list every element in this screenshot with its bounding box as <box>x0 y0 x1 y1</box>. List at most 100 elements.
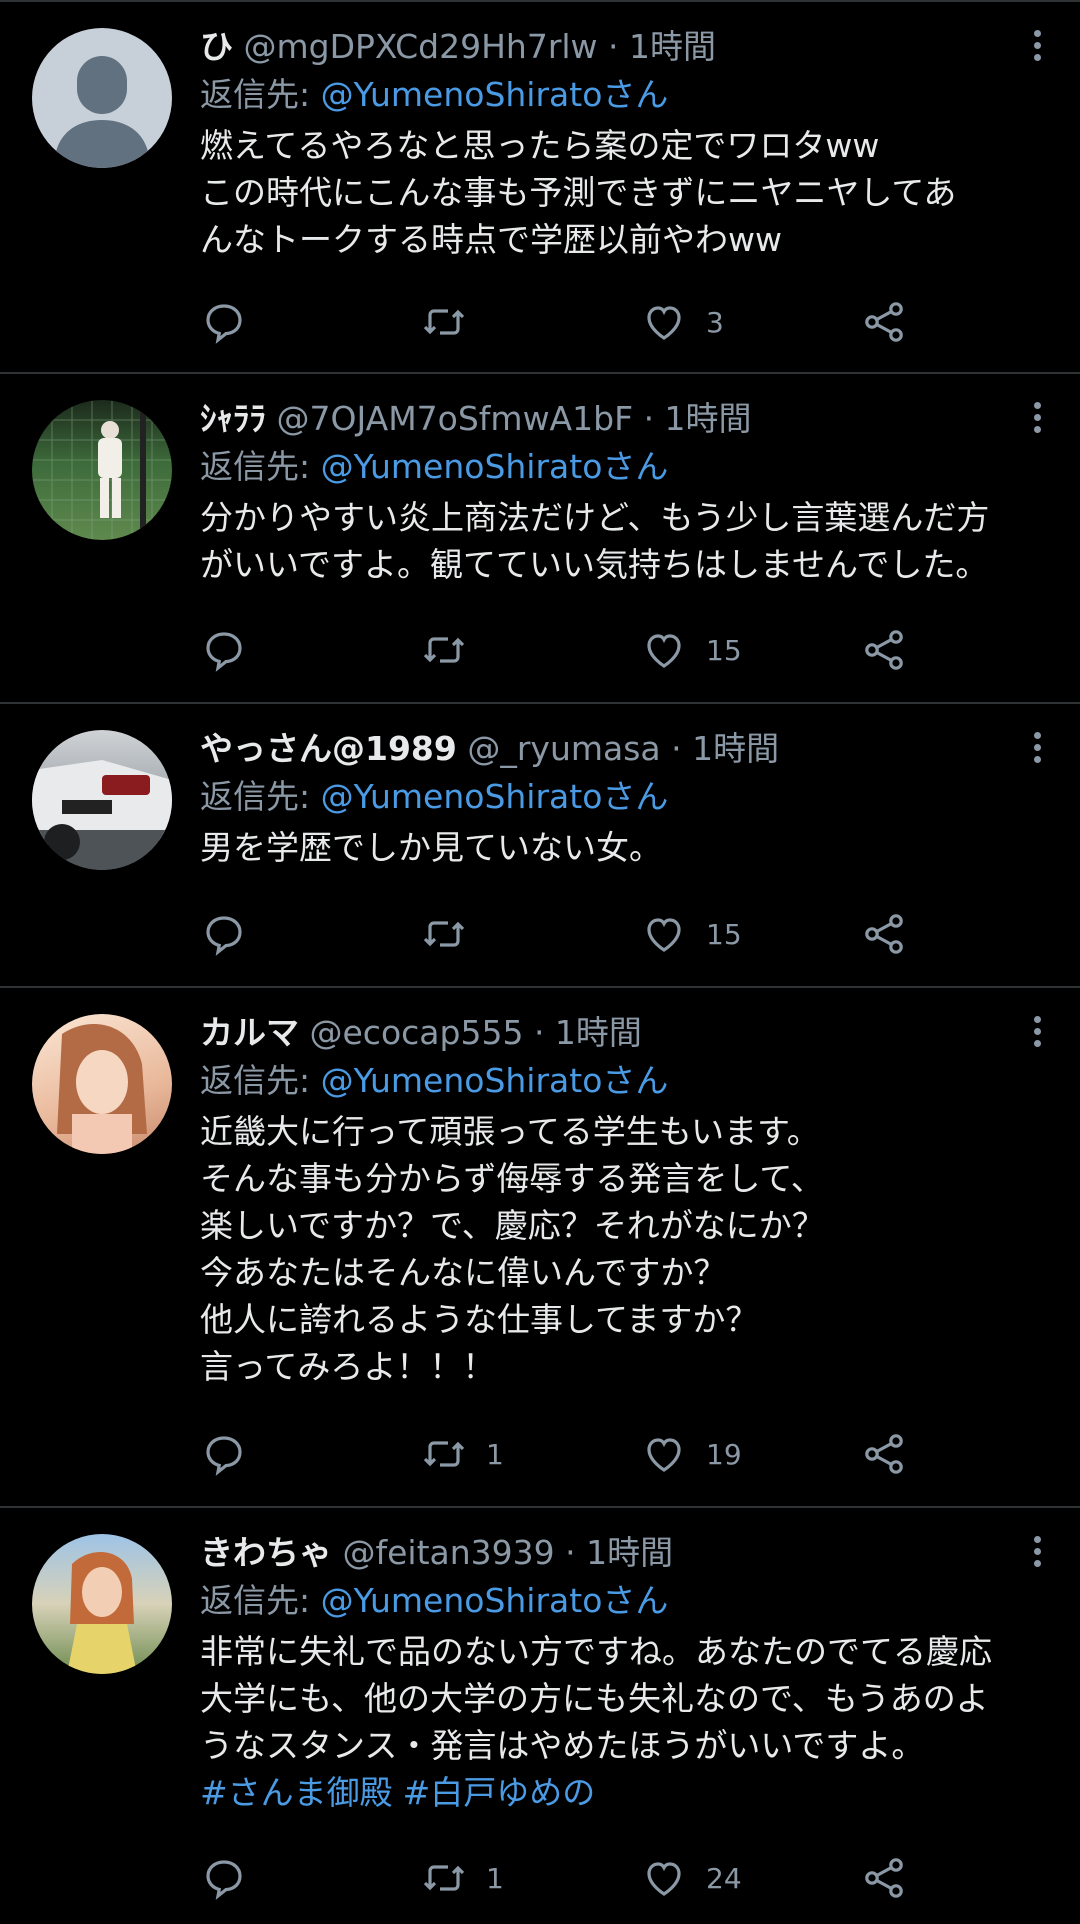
woman-portrait-avatar[interactable] <box>32 1014 172 1154</box>
retweet-icon <box>423 1441 465 1467</box>
default-avatar[interactable] <box>32 28 172 168</box>
more-options-icon[interactable] <box>1030 1016 1044 1052</box>
timestamp[interactable]: · 1時間 <box>644 399 752 438</box>
user-handle[interactable]: @7OJAM7oSfmwA1bF <box>277 399 634 438</box>
heart-icon <box>647 1862 681 1896</box>
timestamp[interactable]: · 1時間 <box>671 729 779 768</box>
like-button[interactable]: 19 <box>640 1424 742 1484</box>
display-name[interactable]: きわちゃ <box>200 1533 332 1572</box>
reply-to-link[interactable]: @YumenoShiratoさん <box>321 75 669 114</box>
retweet-icon <box>423 1865 465 1891</box>
reply-button[interactable] <box>200 904 248 964</box>
display-name[interactable]: ｼｬﾗﾗ <box>200 399 266 438</box>
reply-context: 返信先: @YumenoShiratoさん <box>200 777 669 816</box>
reply-context: 返信先: @YumenoShiratoさん <box>200 1061 669 1100</box>
user-handle[interactable]: @feitan3939 <box>343 1533 555 1572</box>
tweet-actions: 1 24 <box>200 1848 920 1908</box>
reply-to-link[interactable]: @YumenoShiratoさん <box>321 1581 669 1620</box>
reply-context: 返信先: @YumenoShiratoさん <box>200 1581 669 1620</box>
user-handle[interactable]: @ecocap555 <box>310 1013 524 1052</box>
reply-to-link[interactable]: @YumenoShiratoさん <box>321 1061 669 1100</box>
more-options-icon[interactable] <box>1030 30 1044 66</box>
baseball-player-avatar[interactable] <box>32 400 172 540</box>
tweet-3[interactable]: カルマ @ecocap555 · 1時間 返信先: @YumenoShirato… <box>0 988 1080 1508</box>
reply-button[interactable] <box>200 292 248 352</box>
retweet-count: 1 <box>486 1437 504 1471</box>
more-options-icon[interactable] <box>1030 1536 1044 1572</box>
timestamp[interactable]: · 1時間 <box>565 1533 673 1572</box>
share-icon <box>865 1858 903 1898</box>
retweet-button[interactable]: 1 <box>420 1848 504 1908</box>
share-button[interactable] <box>860 292 908 352</box>
like-count: 15 <box>706 917 742 951</box>
retweet-button[interactable]: 1 <box>420 1424 504 1484</box>
share-button[interactable] <box>860 904 908 964</box>
share-icon <box>865 302 903 342</box>
retweet-count: 1 <box>486 1861 504 1895</box>
reply-icon <box>206 304 242 344</box>
hashtag-link[interactable]: #さんま御殿 <box>200 1773 393 1812</box>
tweet-text: 燃えてるやろなと思ったら案の定でワロタww この時代にこんな事も予測できずにニヤ… <box>200 126 957 259</box>
reply-context: 返信先: @YumenoShiratoさん <box>200 75 669 114</box>
tweet-text: 非常に失礼で品のない方ですね。あなたのでてる慶応 大学にも、他の大学の方にも失礼… <box>200 1632 992 1765</box>
heart-icon <box>647 918 681 952</box>
reply-button[interactable] <box>200 1848 248 1908</box>
tweet-0[interactable]: ひ @mgDPXCd29Hh7rlw · 1時間 返信先: @YumenoShi… <box>0 2 1080 374</box>
timestamp[interactable]: · 1時間 <box>534 1013 642 1052</box>
reply-icon <box>206 1860 242 1900</box>
woman-outdoor-avatar[interactable] <box>32 1534 172 1674</box>
like-count: 15 <box>706 633 742 667</box>
display-name[interactable]: やっさん@1989 <box>200 729 457 768</box>
like-count: 3 <box>706 305 724 339</box>
tweet-text: 分かりやすい炎上商法だけど、もう少し言葉選んだ方 がいいですよ。観てていい気持ち… <box>200 498 990 584</box>
display-name[interactable]: ひ <box>200 27 233 66</box>
like-button[interactable]: 15 <box>640 904 742 964</box>
reply-button[interactable] <box>200 620 248 680</box>
more-options-icon[interactable] <box>1030 402 1044 438</box>
retweet-icon <box>423 309 465 335</box>
tweet-actions: 3 <box>200 292 920 352</box>
tweet-2[interactable]: やっさん@1989 @_ryumasa · 1時間 返信先: @YumenoSh… <box>0 704 1080 988</box>
hashtag-link[interactable]: #白戸ゆめの <box>403 1773 596 1812</box>
user-handle[interactable]: @mgDPXCd29Hh7rlw <box>244 27 598 66</box>
share-icon <box>865 1434 903 1474</box>
display-name[interactable]: カルマ <box>200 1013 299 1052</box>
like-count: 19 <box>706 1437 742 1471</box>
hashtags: #さんま御殿 #白戸ゆめの <box>200 1769 1040 1816</box>
tweet-1[interactable]: ｼｬﾗﾗ @7OJAM7oSfmwA1bF · 1時間 返信先: @Yumeno… <box>0 374 1080 704</box>
share-button[interactable] <box>860 1424 908 1484</box>
more-options-icon[interactable] <box>1030 732 1044 768</box>
retweet-icon <box>423 637 465 663</box>
tweet-4[interactable]: きわちゃ @feitan3939 · 1時間 返信先: @YumenoShira… <box>0 1508 1080 1924</box>
retweet-button[interactable] <box>420 620 486 680</box>
heart-icon <box>647 306 681 340</box>
like-button[interactable]: 24 <box>640 1848 742 1908</box>
tweet-text: 男を学歴でしか見ていない女。 <box>200 828 662 867</box>
retweet-icon <box>423 921 465 947</box>
share-icon <box>865 914 903 954</box>
car-avatar[interactable] <box>32 730 172 870</box>
timestamp[interactable]: · 1時間 <box>608 27 716 66</box>
reply-icon <box>206 632 242 672</box>
heart-icon <box>647 634 681 668</box>
heart-icon <box>647 1438 681 1472</box>
reply-button[interactable] <box>200 1424 248 1484</box>
reply-to-link[interactable]: @YumenoShiratoさん <box>321 447 669 486</box>
like-button[interactable]: 3 <box>640 292 724 352</box>
tweet-text: 近畿大に行って頑張ってる学生もいます。 そんな事も分からず侮辱する発言をして、 … <box>200 1112 825 1386</box>
retweet-button[interactable] <box>420 904 486 964</box>
tweet-actions: 15 <box>200 904 920 964</box>
tweet-actions: 15 <box>200 620 920 680</box>
share-button[interactable] <box>860 620 908 680</box>
share-button[interactable] <box>860 1848 908 1908</box>
tweet-actions: 1 19 <box>200 1424 920 1484</box>
reply-icon <box>206 916 242 956</box>
like-button[interactable]: 15 <box>640 620 742 680</box>
retweet-button[interactable] <box>420 292 486 352</box>
reply-to-link[interactable]: @YumenoShiratoさん <box>321 777 669 816</box>
user-handle[interactable]: @_ryumasa <box>467 729 660 768</box>
like-count: 24 <box>706 1861 742 1895</box>
reply-context: 返信先: @YumenoShiratoさん <box>200 447 669 486</box>
share-icon <box>865 630 903 670</box>
reply-icon <box>206 1436 242 1476</box>
